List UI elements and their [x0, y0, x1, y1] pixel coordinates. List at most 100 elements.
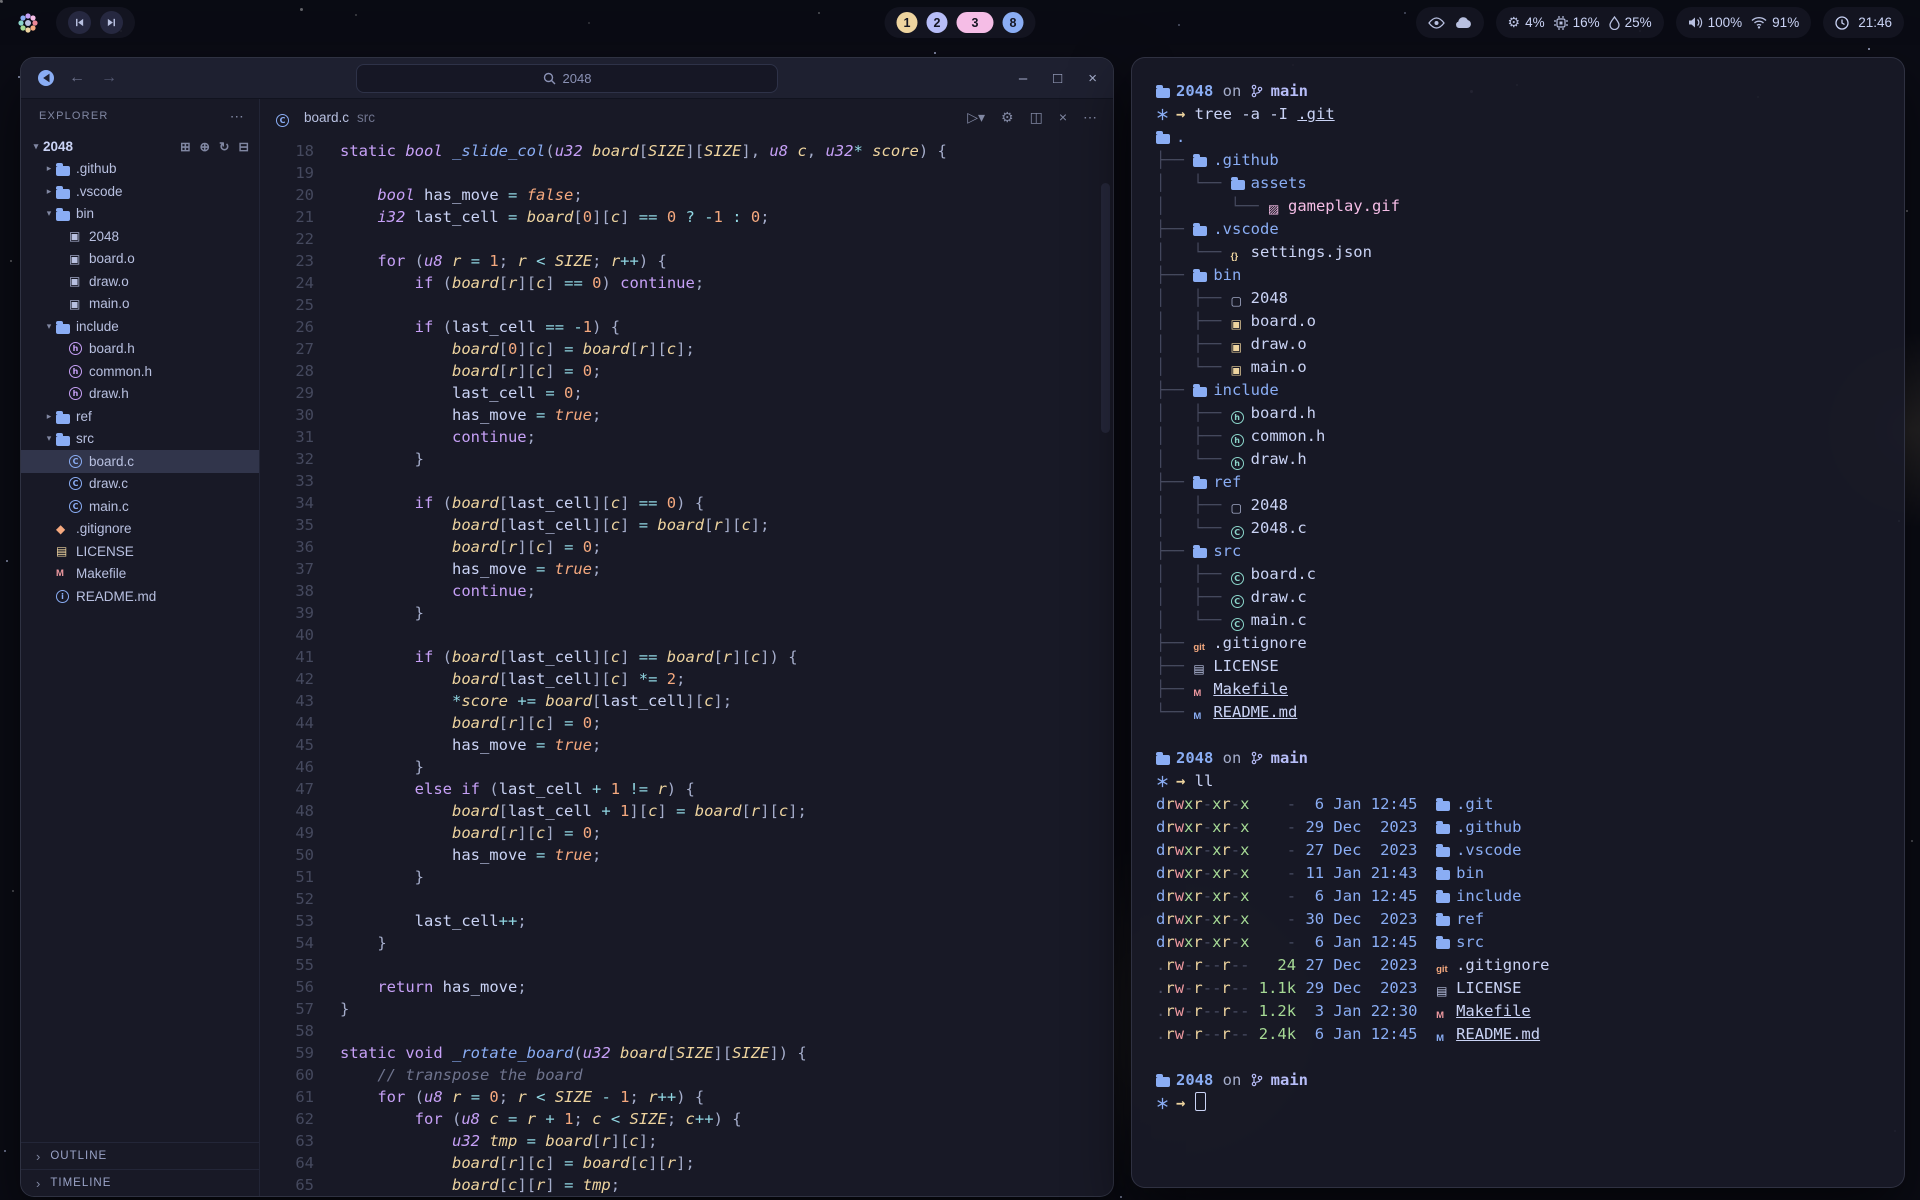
explorer-item-readme.md[interactable]: iREADME.md [21, 585, 259, 608]
explorer-item-label: board.h [89, 341, 135, 356]
header-file-icon: h [1231, 457, 1251, 470]
split-editor-icon[interactable]: ◫ [1030, 109, 1043, 126]
code-line: static bool _slide_col(u32 board[SIZE][S… [340, 140, 947, 162]
tree-row: ├── .github [1156, 149, 1880, 172]
panel-outline[interactable]: ›OUTLINE [21, 1142, 259, 1169]
media-previous-button[interactable] [68, 11, 91, 34]
explorer-item-src[interactable]: ▾src [21, 428, 259, 451]
code-line: board[c][r] = tmp; [340, 1174, 947, 1196]
folder-icon [1436, 888, 1456, 903]
workspace-8[interactable]: 8 [1003, 12, 1024, 33]
explorer-item-common.h[interactable]: hcommon.h [21, 360, 259, 383]
nix-snowflake-icon [1156, 108, 1176, 121]
chevron-closed-icon[interactable]: ▸ [42, 186, 56, 197]
close-button[interactable]: × [1088, 70, 1097, 87]
explorer-item-license[interactable]: ▤LICENSE [21, 540, 259, 563]
tree-row: ├── ref [1156, 471, 1880, 494]
explorer-item-ref[interactable]: ▸ref [21, 405, 259, 428]
tree-entry-name: .vscode [1213, 220, 1278, 238]
folder-icon [1436, 842, 1456, 857]
chevron-closed-icon[interactable]: ▸ [42, 163, 56, 174]
item-icon-slot: h [69, 342, 89, 355]
chevron-open-icon[interactable]: ▾ [29, 141, 43, 152]
file-list-name: src [1456, 933, 1484, 951]
explorer-sidebar: EXPLORER ⋯ ▾2048⊞⊕↻⊟▸.github▸.vscode▾bin… [21, 99, 260, 1196]
code-line: board[0][c] = board[r][c]; [340, 338, 947, 360]
explorer-item-bin[interactable]: ▾ bin [21, 203, 259, 226]
explorer-item-2048[interactable]: ▣2048 [21, 225, 259, 248]
explorer-item-makefile[interactable]: MMakefile [21, 563, 259, 586]
explorer-item-board.c[interactable]: Cboard.c [21, 450, 259, 473]
code-line: last_cell++; [340, 910, 947, 932]
memory-chip-icon [1554, 16, 1568, 30]
chevron-open-icon[interactable]: ▾ [42, 321, 56, 332]
item-icon-slot: ▣ [69, 252, 89, 266]
navigate-forward-button[interactable]: → [99, 69, 119, 87]
settings-icon[interactable]: ⚙ [1001, 109, 1014, 126]
tree-row: │ ├── ▣draw.o [1156, 333, 1880, 356]
weather-widget[interactable] [1416, 7, 1484, 38]
refresh-explorer-icon[interactable]: ↻ [219, 139, 229, 154]
volume-value: 100% [1708, 15, 1743, 30]
explorer-item-.github[interactable]: ▸.github [21, 158, 259, 181]
explorer-item-.vscode[interactable]: ▸.vscode [21, 180, 259, 203]
topbar-left [16, 7, 135, 38]
explorer-item-draw.h[interactable]: hdraw.h [21, 383, 259, 406]
code-line: return has_move; [340, 976, 947, 998]
command-center-search[interactable]: 2048 [356, 64, 778, 93]
tab-board-c[interactable]: C board.c src [276, 109, 375, 127]
explorer-item-board.h[interactable]: hboard.h [21, 338, 259, 361]
new-folder-icon[interactable]: ⊕ [200, 139, 210, 154]
code-editor[interactable]: 1819202122232425262728293031323334353637… [260, 136, 1113, 1196]
header-file-icon: h [1231, 434, 1251, 447]
topbar: 1238 ⚙ 4% 16% [0, 0, 1920, 45]
collapse-folders-icon[interactable]: ⊟ [239, 139, 249, 154]
explorer-item-main.c[interactable]: Cmain.c [21, 495, 259, 518]
terminal-cursor[interactable] [1195, 1092, 1206, 1111]
explorer-item-label: draw.h [89, 386, 129, 401]
item-icon-slot [56, 319, 76, 334]
folder-icon [1193, 543, 1213, 558]
explorer-item-board.o[interactable]: ▣board.o [21, 248, 259, 271]
navigate-back-button[interactable]: ← [67, 69, 87, 87]
launcher-logo-icon[interactable] [16, 11, 40, 35]
tree-row: │ ├── ▢2048 [1156, 287, 1880, 310]
code-line: board[last_cell][c] *= 2; [340, 668, 947, 690]
maximize-button[interactable]: □ [1053, 70, 1062, 87]
folder-icon [56, 319, 76, 334]
audio-network: 100% 91% [1676, 7, 1812, 38]
explorer-item-include[interactable]: ▾include [21, 315, 259, 338]
wifi-stat[interactable]: 91% [1751, 15, 1799, 30]
explorer-item-draw.o[interactable]: ▣draw.o [21, 270, 259, 293]
more-actions-icon[interactable]: ⋯ [1083, 109, 1097, 126]
chevron-closed-icon[interactable]: ▸ [42, 411, 56, 422]
close-editor-icon[interactable]: × [1059, 109, 1067, 126]
file-list-name: include [1456, 887, 1521, 905]
explorer-more-icon[interactable]: ⋯ [230, 108, 245, 125]
file-list-row: drwxr-xr-x - 6 Jan 12:45 .git [1156, 793, 1880, 816]
tree-row: └── MREADME.md [1156, 701, 1880, 724]
tree-row: │ └── Cmain.c [1156, 609, 1880, 632]
minimize-button[interactable]: – [1019, 70, 1027, 87]
new-file-icon[interactable]: ⊞ [180, 139, 190, 154]
explorer-item-label: bin [76, 206, 94, 221]
editor-tabbar: C board.c src ▷▾ ⚙ ◫ × ⋯ [260, 99, 1113, 136]
clock-widget[interactable]: 21:46 [1823, 7, 1904, 38]
workspace-3[interactable]: 3 [957, 12, 994, 33]
volume-stat[interactable]: 100% [1688, 15, 1743, 30]
panel-timeline[interactable]: ›TIMELINE [21, 1169, 259, 1196]
media-next-button[interactable] [100, 11, 123, 34]
explorer-item-main.o[interactable]: ▣main.o [21, 293, 259, 316]
editor-scrollbar[interactable] [1101, 183, 1110, 433]
chevron-open-icon[interactable]: ▾ [42, 433, 56, 444]
chevron-open-icon[interactable]: ▾ [42, 208, 56, 219]
workspace-2[interactable]: 2 [927, 12, 948, 33]
item-icon-slot: h [69, 365, 89, 378]
run-file-icon[interactable]: ▷▾ [967, 109, 985, 126]
workspace-1[interactable]: 1 [897, 12, 918, 33]
c-file-icon: C [1231, 572, 1251, 585]
terminal-window[interactable]: 2048 on main→ tree -a -I .git.├── .githu… [1131, 57, 1905, 1188]
explorer-item-.gitignore[interactable]: ◆.gitignore [21, 518, 259, 541]
explorer-item-draw.c[interactable]: Cdraw.c [21, 473, 259, 496]
explorer-item-2048[interactable]: ▾2048⊞⊕↻⊟ [21, 135, 259, 158]
